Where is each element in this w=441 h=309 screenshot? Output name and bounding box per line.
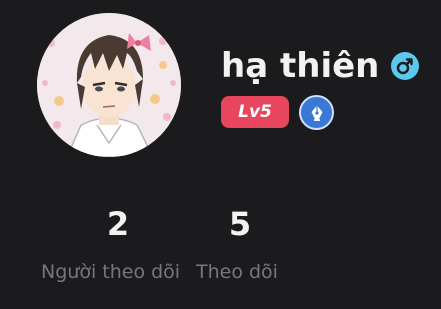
- followers-count: 2: [106, 205, 130, 243]
- avatar[interactable]: [37, 13, 181, 157]
- avatar-illustration: [37, 13, 181, 157]
- followers-label: Người theo dõi: [41, 261, 181, 283]
- male-symbol-icon: [391, 52, 420, 80]
- profile-header: hạ thiên Lv5 2 5 Người theo dõi Theo dõi: [0, 0, 441, 309]
- level-badge: Lv5: [221, 96, 289, 128]
- following-label: Theo dõi: [196, 261, 278, 283]
- pen-nib-icon[interactable]: [299, 95, 334, 130]
- following-count: 5: [228, 205, 252, 243]
- username: hạ thiên: [221, 46, 380, 86]
- name-row: hạ thiên: [221, 44, 420, 88]
